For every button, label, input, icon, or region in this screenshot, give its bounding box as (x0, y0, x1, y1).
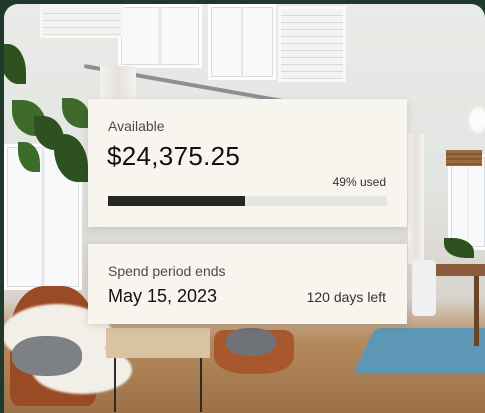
pillow (226, 328, 276, 356)
window (448, 154, 485, 250)
pendant-lamp (470, 108, 485, 132)
side-table (106, 328, 210, 358)
available-amount: $24,375.25 (107, 141, 241, 171)
window (118, 4, 202, 68)
days-left: 120 days left (306, 289, 386, 305)
table-leg (114, 358, 116, 412)
table-leg (474, 276, 479, 346)
spend-period-card: Spend period ends May 15, 2023 120 days … (88, 244, 407, 324)
shutter (40, 4, 124, 38)
window (208, 4, 276, 80)
available-card: Available $24,375.25 49% used (88, 99, 407, 227)
dining-table (428, 264, 485, 276)
shutter (278, 6, 346, 82)
roman-shade (446, 150, 482, 166)
rug (353, 328, 485, 374)
usage-progress-bar (108, 196, 387, 206)
table-leg (200, 358, 202, 412)
spend-period-date: May 15, 2023 (108, 286, 218, 306)
available-label: Available (108, 118, 165, 134)
spend-period-label: Spend period ends (108, 263, 226, 279)
pillow (12, 336, 82, 376)
used-percent: 49% used (332, 175, 386, 189)
usage-progress-fill (108, 196, 245, 206)
dining-chair (412, 260, 436, 316)
plant-leaf (62, 98, 90, 128)
plant-leaf (4, 44, 26, 84)
curtain (408, 134, 424, 264)
